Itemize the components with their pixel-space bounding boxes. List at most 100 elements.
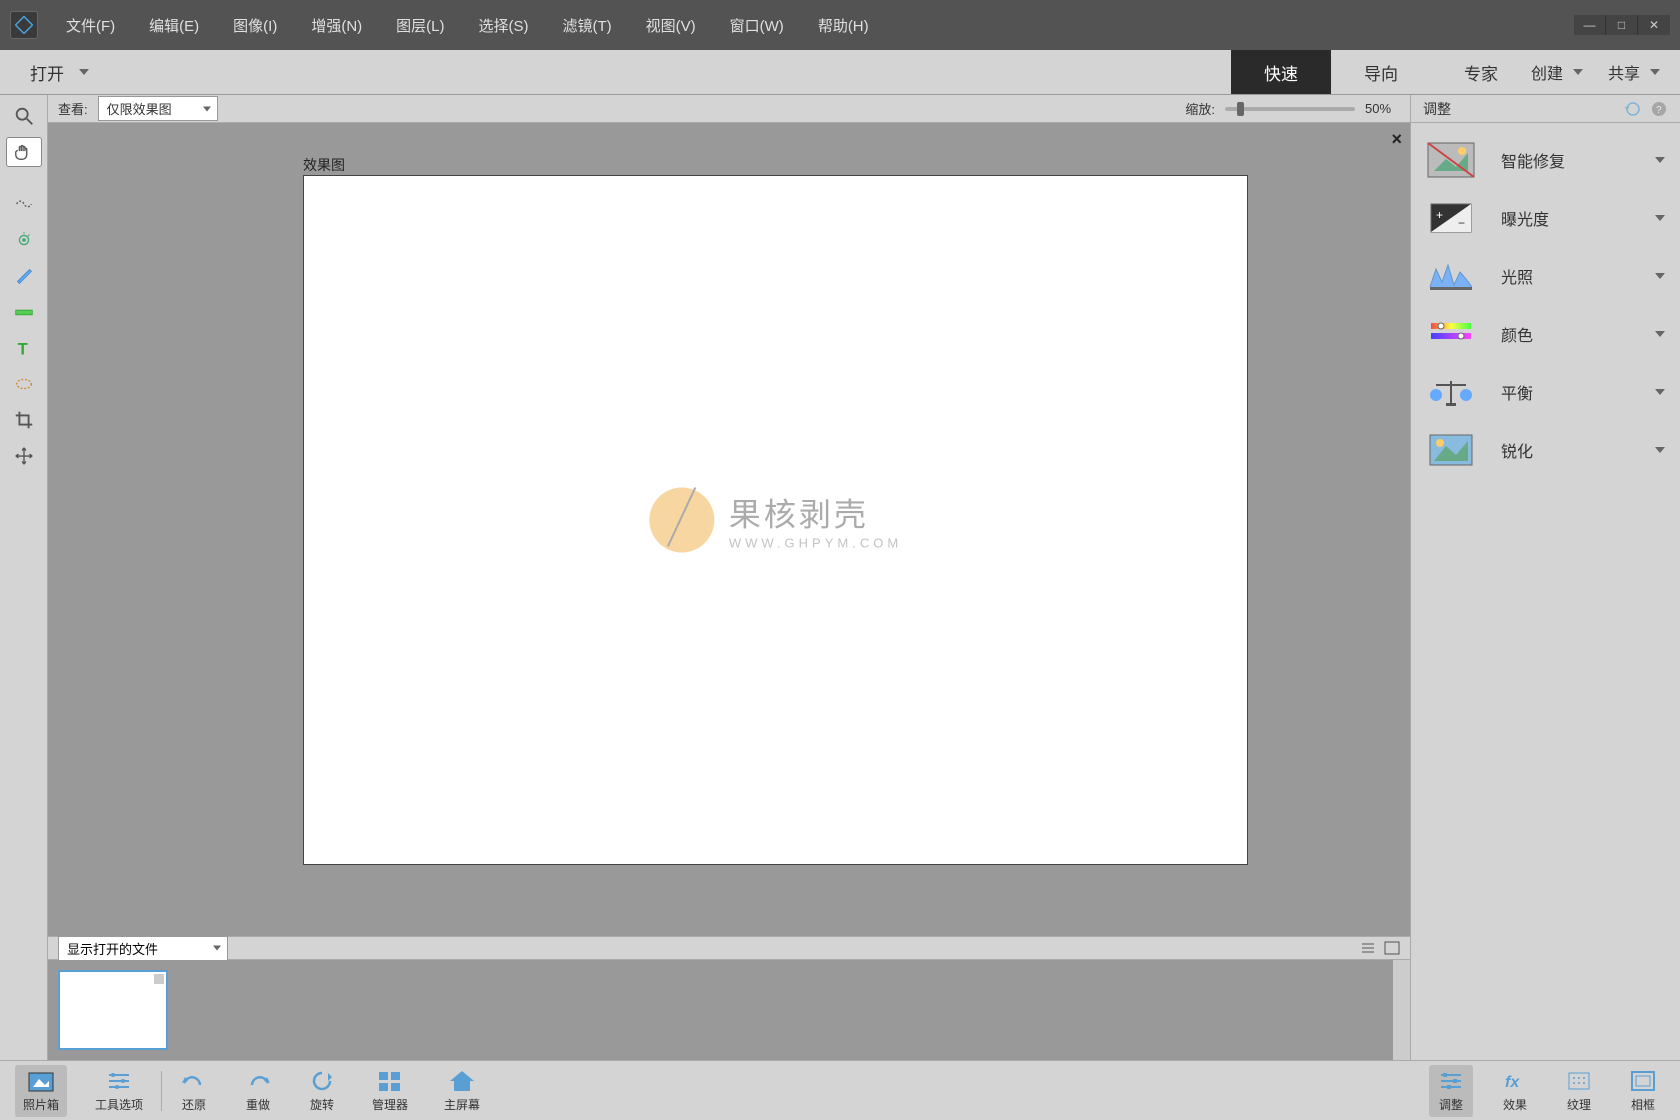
menu-filter[interactable]: 滤镜(T)	[555, 10, 620, 41]
photobin-scrollbar[interactable]	[1393, 960, 1410, 1060]
spot-heal-tool[interactable]	[6, 369, 42, 399]
zoom-slider[interactable]	[1225, 107, 1355, 111]
menu-help[interactable]: 帮助(H)	[810, 10, 877, 41]
sharpen-icon	[1426, 431, 1476, 469]
adjust-exposure[interactable]: +− 曝光度	[1411, 189, 1680, 247]
effects-button[interactable]: fx 效果	[1493, 1065, 1537, 1117]
tab-guided[interactable]: 导向	[1331, 50, 1431, 94]
zoom-slider-thumb[interactable]	[1237, 102, 1244, 116]
canvas[interactable]: 果核剥壳 WWW.GHPYM.COM	[303, 175, 1248, 865]
rotate-label: 旋转	[310, 1096, 334, 1113]
create-label: 创建	[1531, 60, 1563, 84]
canvas-area: × 效果图 果核剥壳 WWW.GHPYM.COM	[48, 123, 1410, 936]
adjust-balance[interactable]: 平衡	[1411, 363, 1680, 421]
adjust-color[interactable]: 颜色	[1411, 305, 1680, 363]
organizer-icon	[376, 1069, 404, 1093]
menu-edit[interactable]: 编辑(E)	[141, 10, 207, 41]
photobin-header: 显示打开的文件	[48, 936, 1410, 960]
tooloptions-icon	[105, 1069, 133, 1093]
chevron-down-icon	[1655, 273, 1665, 279]
hand-tool[interactable]	[6, 137, 42, 167]
open-label: 打开	[30, 60, 64, 85]
photobin-button[interactable]: 照片箱	[15, 1065, 67, 1117]
svg-text:?: ?	[1656, 105, 1662, 116]
undo-label: 还原	[182, 1096, 206, 1113]
svg-text:−: −	[1458, 216, 1465, 230]
adjust-smart-fix[interactable]: 智能修复	[1411, 131, 1680, 189]
smart-fix-icon	[1426, 141, 1476, 179]
move-tool[interactable]	[6, 441, 42, 471]
minimize-button[interactable]: —	[1574, 15, 1606, 35]
adjust-sharpen[interactable]: 锐化	[1411, 421, 1680, 479]
adjust-lighting[interactable]: 光照	[1411, 247, 1680, 305]
close-button[interactable]: ✕	[1638, 15, 1670, 35]
share-button[interactable]: 共享	[1608, 60, 1660, 84]
menu-window[interactable]: 窗口(W)	[722, 10, 792, 41]
redo-button[interactable]: 重做	[236, 1065, 280, 1117]
menu-layer[interactable]: 图层(L)	[388, 10, 452, 41]
frames-label: 相框	[1631, 1096, 1655, 1113]
frames-button[interactable]: 相框	[1621, 1065, 1665, 1117]
main-area: T 查看: 仅限效果图 缩放: 50% × 效果图	[0, 95, 1680, 1060]
quick-select-tool[interactable]	[6, 189, 42, 219]
bottom-bar: 照片箱 工具选项 还原 重做 旋转	[0, 1060, 1680, 1120]
home-label: 主屏幕	[444, 1096, 480, 1113]
view-dropdown[interactable]: 仅限效果图	[98, 96, 218, 121]
canvas-close-icon[interactable]: ×	[1391, 129, 1402, 150]
help-icon[interactable]: ?	[1650, 100, 1668, 118]
adjust-label: 锐化	[1501, 438, 1630, 462]
photobin-dropdown[interactable]: 显示打开的文件	[58, 936, 228, 961]
reset-icon[interactable]	[1624, 100, 1642, 118]
home-button[interactable]: 主屏幕	[436, 1065, 488, 1117]
undo-button[interactable]: 还原	[172, 1065, 216, 1117]
adjust-label: 光照	[1501, 264, 1630, 288]
photobin-label: 照片箱	[23, 1096, 59, 1113]
menu-select[interactable]: 选择(S)	[471, 10, 537, 41]
watermark-text: 果核剥壳	[729, 490, 902, 536]
adjust-label: 智能修复	[1501, 148, 1630, 172]
create-button[interactable]: 创建	[1531, 60, 1583, 84]
effects-icon: fx	[1501, 1069, 1529, 1093]
chevron-down-icon	[1655, 389, 1665, 395]
balance-icon	[1426, 373, 1476, 411]
menu-enhance[interactable]: 增强(N)	[303, 10, 370, 41]
thumbnail[interactable]	[58, 970, 168, 1050]
zoom-tool[interactable]	[6, 101, 42, 131]
menu-view[interactable]: 视图(V)	[638, 10, 704, 41]
menu-file[interactable]: 文件(F)	[58, 10, 123, 41]
straighten-tool[interactable]	[6, 297, 42, 327]
tab-expert[interactable]: 专家	[1431, 50, 1531, 94]
workspace: 查看: 仅限效果图 缩放: 50% × 效果图 果核剥壳 WWW.GHPYM.C…	[48, 95, 1410, 1060]
tooloptions-button[interactable]: 工具选项	[87, 1065, 151, 1117]
maximize-button[interactable]: □	[1606, 15, 1638, 35]
photobin-icon	[27, 1069, 55, 1093]
right-panel-header: 调整 ?	[1411, 95, 1680, 123]
photobin-list-icon[interactable]	[1360, 941, 1376, 955]
photobin-menu-icon[interactable]	[1384, 941, 1400, 955]
toolbox: T	[0, 95, 48, 1060]
rotate-button[interactable]: 旋转	[300, 1065, 344, 1117]
share-label: 共享	[1608, 60, 1640, 84]
frames-icon	[1629, 1069, 1657, 1093]
zoom-value: 50%	[1365, 101, 1400, 116]
crop-tool[interactable]	[6, 405, 42, 435]
open-button[interactable]: 打开	[0, 50, 114, 94]
canvas-label: 效果图	[303, 155, 345, 175]
adjust-icon	[1437, 1069, 1465, 1093]
whiten-tool[interactable]	[6, 261, 42, 291]
adjust-panel-button[interactable]: 调整	[1429, 1065, 1473, 1117]
titlebar: 文件(F) 编辑(E) 图像(I) 增强(N) 图层(L) 选择(S) 滤镜(T…	[0, 0, 1680, 50]
text-tool[interactable]: T	[6, 333, 42, 363]
organizer-button[interactable]: 管理器	[364, 1065, 416, 1117]
textures-label: 纹理	[1567, 1096, 1591, 1113]
chevron-down-icon	[1655, 331, 1665, 337]
menu-image[interactable]: 图像(I)	[225, 10, 285, 41]
redeye-tool[interactable]	[6, 225, 42, 255]
tab-quick[interactable]: 快速	[1231, 50, 1331, 94]
undo-icon	[180, 1069, 208, 1093]
home-icon	[448, 1069, 476, 1093]
tooloptions-label: 工具选项	[95, 1096, 143, 1113]
textures-button[interactable]: 纹理	[1557, 1065, 1601, 1117]
window-controls: — □ ✕	[1574, 15, 1670, 35]
adjust-label: 颜色	[1501, 322, 1630, 346]
